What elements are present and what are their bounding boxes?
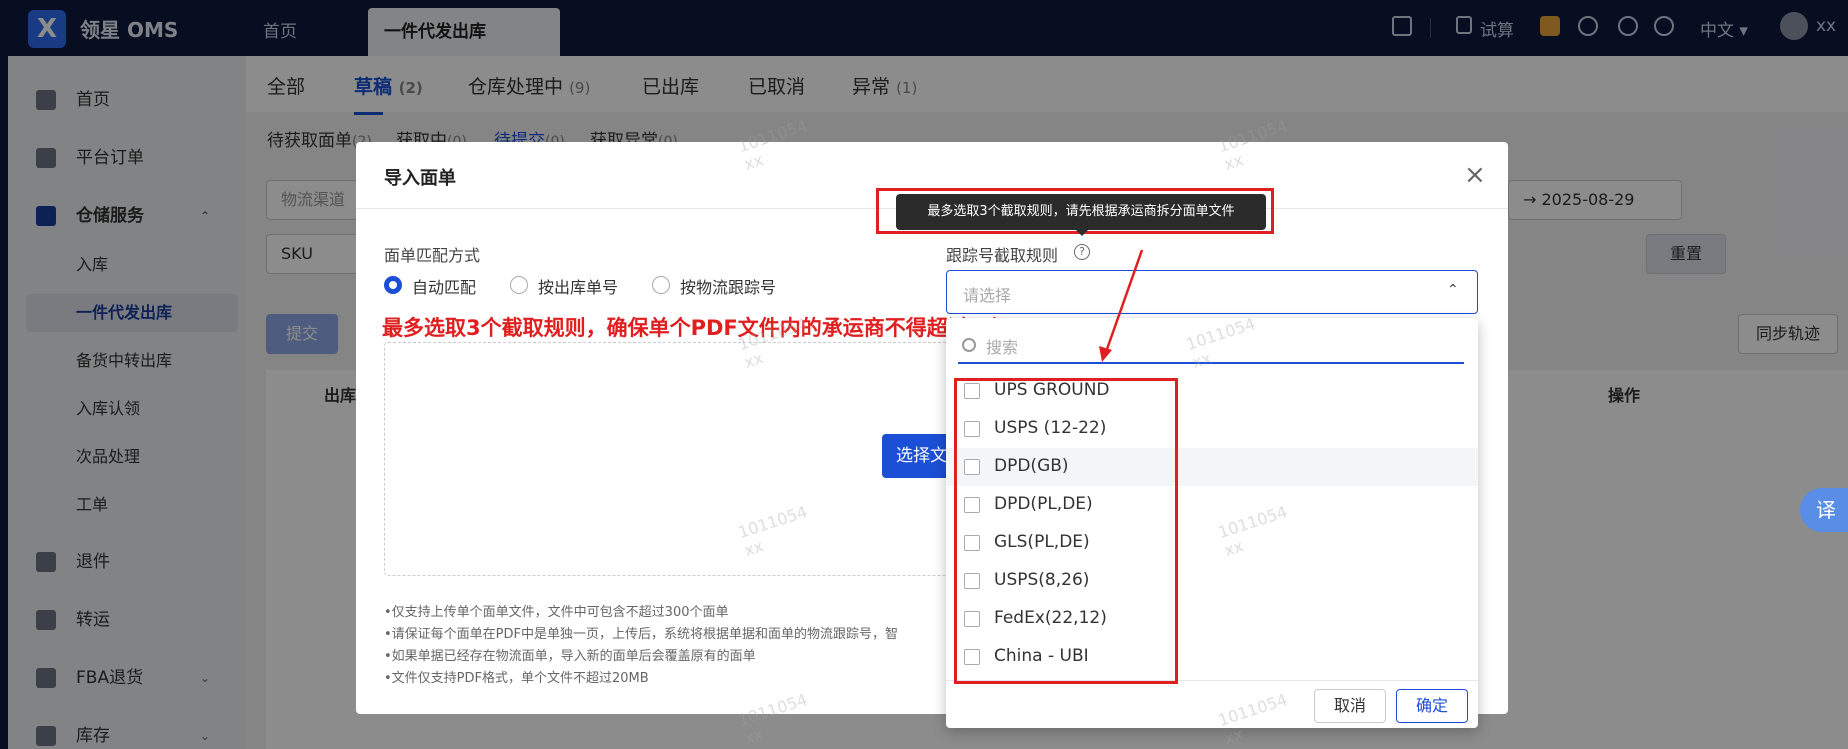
dropdown-footer: 取消 确定 [946, 680, 1478, 728]
radio-label-by-outbound-no: 按出库单号 [538, 278, 619, 297]
note-line: •请保证每个面单在PDF中是单独一页，上传后，系统将根据单据和面单的物流跟踪号，… [384, 627, 898, 642]
cancel-button[interactable]: 取消 [1314, 689, 1386, 723]
note-line: •文件仅支持PDF格式，单个文件不超过20MB [384, 671, 649, 686]
note-line: •如果单据已经存在物流面单，导入新的面单后会覆盖原有的面单 [384, 649, 756, 664]
tracking-rule-label: 跟踪号截取规则 [946, 246, 1059, 265]
tooltip-tail [1076, 230, 1088, 236]
close-icon[interactable]: × [1464, 160, 1486, 190]
search-icon [962, 338, 976, 352]
radio-auto-match[interactable] [384, 276, 402, 294]
note-line: •仅支持上传单个面单文件，文件中可包含不超过300个面单 [384, 605, 729, 620]
upload-notes: •仅支持上传单个面单文件，文件中可包含不超过300个面单 •请保证每个面单在PD… [384, 602, 964, 690]
annotation-frame [954, 378, 1178, 684]
dropdown-search[interactable]: 搜索 [958, 330, 1464, 364]
radio-by-outbound-no[interactable] [510, 276, 528, 294]
modal-title: 导入面单 [384, 168, 456, 189]
select-placeholder: 请选择 [963, 286, 1012, 305]
tracking-rule-select[interactable]: 请选择 ⌃ [946, 270, 1478, 314]
search-placeholder: 搜索 [986, 338, 1019, 357]
question-icon[interactable]: ? [1074, 244, 1090, 260]
tooltip: 最多选取3个截取规则，请先根据承运商拆分面单文件 [896, 194, 1266, 230]
match-method-label: 面单匹配方式 [384, 246, 481, 265]
radio-label-auto-match: 自动匹配 [412, 278, 477, 297]
radio-by-tracking-no[interactable] [652, 276, 670, 294]
confirm-button[interactable]: 确定 [1396, 689, 1468, 723]
annotation-red-text: 最多选取3个截取规则，确保单个PDF文件内的承运商不得超过3个 [382, 316, 1005, 340]
translate-button[interactable]: 译 [1800, 488, 1848, 532]
chevron-up-icon: ⌃ [1447, 282, 1459, 298]
radio-label-by-tracking-no: 按物流跟踪号 [680, 278, 777, 297]
